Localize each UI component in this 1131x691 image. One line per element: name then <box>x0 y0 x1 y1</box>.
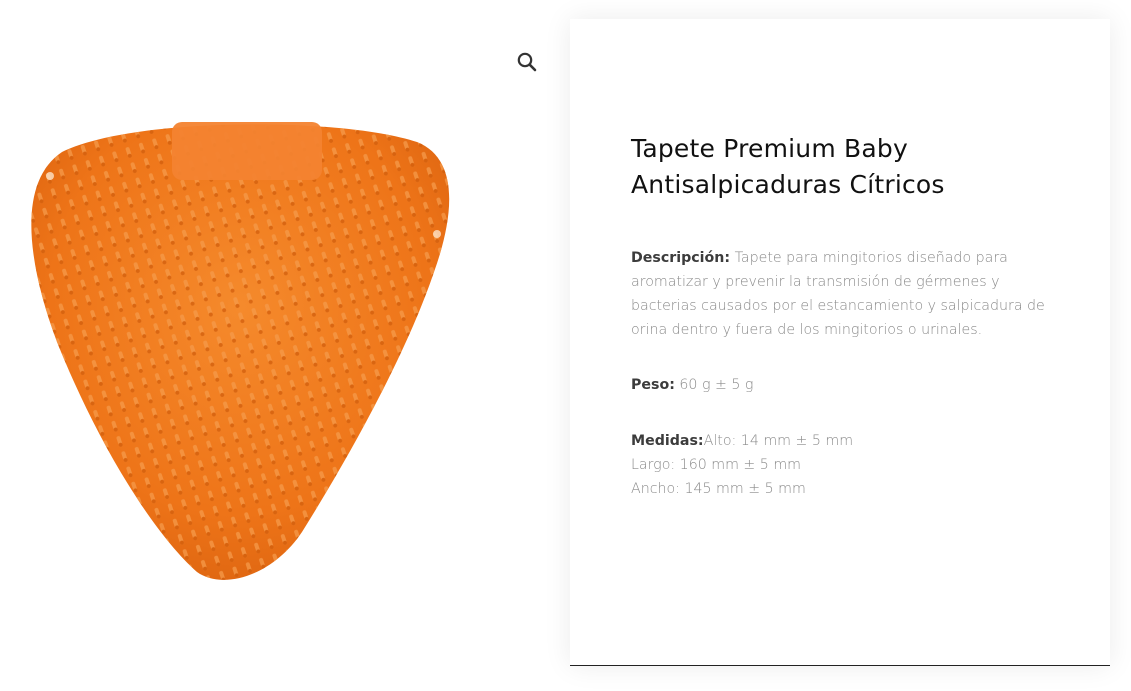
description-label: Descripción: <box>631 250 731 266</box>
weight-text: 60 g ± 5 g <box>674 377 754 393</box>
product-page: Tapete Premium Baby Antisalpicaduras Cít… <box>0 0 1131 691</box>
product-title: Tapete Premium Baby Antisalpicaduras Cít… <box>631 134 945 199</box>
brand-plate <box>172 122 322 180</box>
weight-label: Peso: <box>631 377 675 393</box>
product-gallery <box>0 0 560 691</box>
dimensions-label: Medidas: <box>631 433 704 449</box>
dimension-length: Largo: 160 mm ± 5 mm <box>631 457 801 473</box>
description-block: Descripción: Tapete para mingitorios dis… <box>631 246 1061 342</box>
zoom-button[interactable] <box>514 49 540 75</box>
dimension-height: Alto: 14 mm ± 5 mm <box>703 433 854 449</box>
dimensions-block: Medidas:Alto: 14 mm ± 5 mm Largo: 160 mm… <box>631 429 1061 501</box>
product-image[interactable] <box>22 112 450 590</box>
search-icon <box>517 52 537 72</box>
dimension-width: Ancho: 145 mm ± 5 mm <box>631 481 806 497</box>
weight-block: Peso: 60 g ± 5 g <box>631 373 1061 397</box>
product-details-card: Tapete Premium Baby Antisalpicaduras Cít… <box>570 19 1110 666</box>
